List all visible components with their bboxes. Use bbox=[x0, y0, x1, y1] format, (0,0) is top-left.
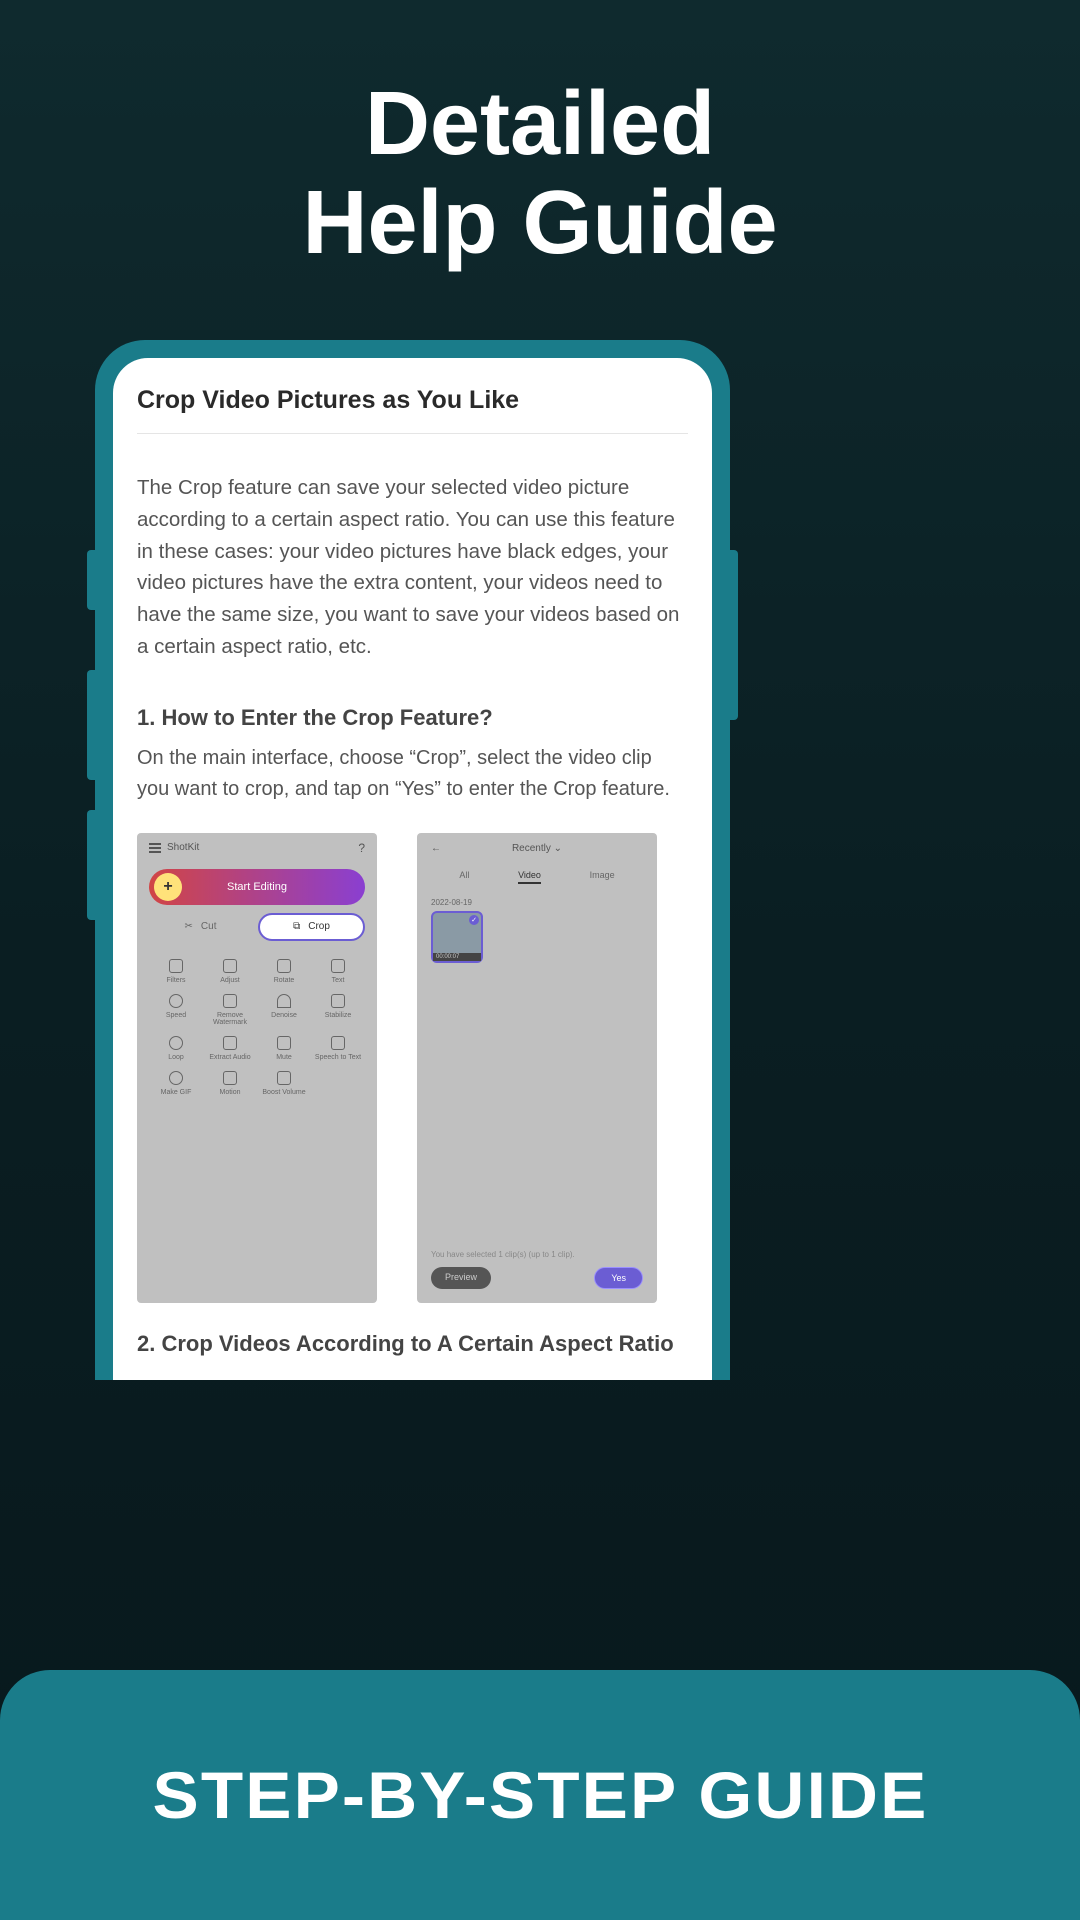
filter-all: All bbox=[459, 870, 469, 884]
tool-adjust: Adjust bbox=[203, 959, 257, 984]
tool-denoise: Denoise bbox=[257, 994, 311, 1026]
start-editing-label: Start Editing bbox=[227, 881, 287, 893]
tab-cut: ✂ Cut bbox=[149, 913, 252, 941]
article-title: Crop Video Pictures as You Like bbox=[137, 386, 688, 434]
tool-remove-watermark: Remove Watermark bbox=[203, 994, 257, 1026]
scissors-icon: ✂ bbox=[185, 921, 193, 932]
mock-header-right: ← Recently ⌄ bbox=[417, 833, 657, 864]
footer-banner: STEP-BY-STEP GUIDE bbox=[0, 1670, 1080, 1920]
mode-tabs: ✂ Cut ⧉ Crop bbox=[149, 913, 365, 941]
tool-make-gif: Make GIF bbox=[149, 1071, 203, 1096]
tool-boost-volume: Boost Volume bbox=[257, 1071, 311, 1096]
mock-header: ShotKit ? bbox=[137, 833, 377, 863]
hamburger-icon bbox=[149, 843, 161, 853]
plus-icon: + bbox=[154, 873, 182, 901]
section-2-heading: 2. Crop Videos According to A Certain As… bbox=[137, 1331, 688, 1357]
phone-button-right bbox=[730, 550, 738, 720]
tool-stabilize: Stabilize bbox=[311, 994, 365, 1026]
preview-button: Preview bbox=[431, 1267, 491, 1289]
check-icon: ✓ bbox=[469, 915, 479, 925]
phone-button-left-2 bbox=[87, 670, 95, 780]
date-label: 2022-08-19 bbox=[417, 890, 657, 911]
section-1-heading: 1. How to Enter the Crop Feature? bbox=[137, 705, 688, 731]
hero-line2: Help Guide bbox=[302, 173, 777, 273]
video-thumbnail: ✓ 00:00:07 bbox=[431, 911, 483, 963]
phone-frame: Crop Video Pictures as You Like The Crop… bbox=[95, 340, 730, 1380]
help-icon: ? bbox=[358, 841, 365, 855]
start-editing-button: + Start Editing bbox=[149, 869, 365, 905]
tab-crop: ⧉ Crop bbox=[258, 913, 365, 941]
tab-crop-label: Crop bbox=[308, 921, 330, 932]
footer-text: STEP-BY-STEP GUIDE bbox=[152, 1757, 928, 1833]
article-intro: The Crop feature can save your selected … bbox=[137, 472, 688, 663]
crop-icon: ⧉ bbox=[293, 921, 300, 932]
bottom-bar: You have selected 1 clip(s) (up to 1 cli… bbox=[417, 1242, 657, 1303]
selected-count-text: You have selected 1 clip(s) (up to 1 cli… bbox=[431, 1250, 643, 1259]
hero-title: Detailed Help Guide bbox=[0, 0, 1080, 273]
screenshot-left: ShotKit ? + Start Editing ✂ Cut ⧉ Crop bbox=[137, 833, 377, 1303]
tool-extract-audio: Extract Audio bbox=[203, 1036, 257, 1061]
tool-mute: Mute bbox=[257, 1036, 311, 1061]
filter-image: Image bbox=[590, 870, 615, 884]
tool-loop: Loop bbox=[149, 1036, 203, 1061]
dropdown-recently: Recently ⌄ bbox=[512, 843, 562, 854]
screenshot-right: ← Recently ⌄ All Video Image 2022-08-19 … bbox=[417, 833, 657, 1303]
tab-cut-label: Cut bbox=[201, 921, 217, 932]
phone-button-left-1 bbox=[87, 550, 95, 610]
tool-rotate: Rotate bbox=[257, 959, 311, 984]
phone-screen: Crop Video Pictures as You Like The Crop… bbox=[113, 358, 712, 1380]
tool-motion: Motion bbox=[203, 1071, 257, 1096]
hero-line1: Detailed bbox=[365, 74, 715, 174]
filter-video: Video bbox=[518, 870, 541, 884]
screenshot-row: ShotKit ? + Start Editing ✂ Cut ⧉ Crop bbox=[137, 833, 688, 1303]
back-icon: ← bbox=[431, 843, 441, 854]
thumb-duration: 00:00:07 bbox=[433, 953, 481, 961]
tool-speed: Speed bbox=[149, 994, 203, 1026]
media-filter-tabs: All Video Image bbox=[417, 864, 657, 890]
phone-button-left-3 bbox=[87, 810, 95, 920]
tool-filters: Filters bbox=[149, 959, 203, 984]
app-name: ShotKit bbox=[167, 842, 199, 853]
yes-button: Yes bbox=[594, 1267, 643, 1289]
chevron-down-icon: ⌄ bbox=[554, 843, 562, 854]
tool-text: Text bbox=[311, 959, 365, 984]
tool-grid: Filters Adjust Rotate Text Speed Remove … bbox=[137, 941, 377, 1096]
section-1-body: On the main interface, choose “Crop”, se… bbox=[137, 743, 688, 805]
tool-speech-to-text: Speech to Text bbox=[311, 1036, 365, 1061]
